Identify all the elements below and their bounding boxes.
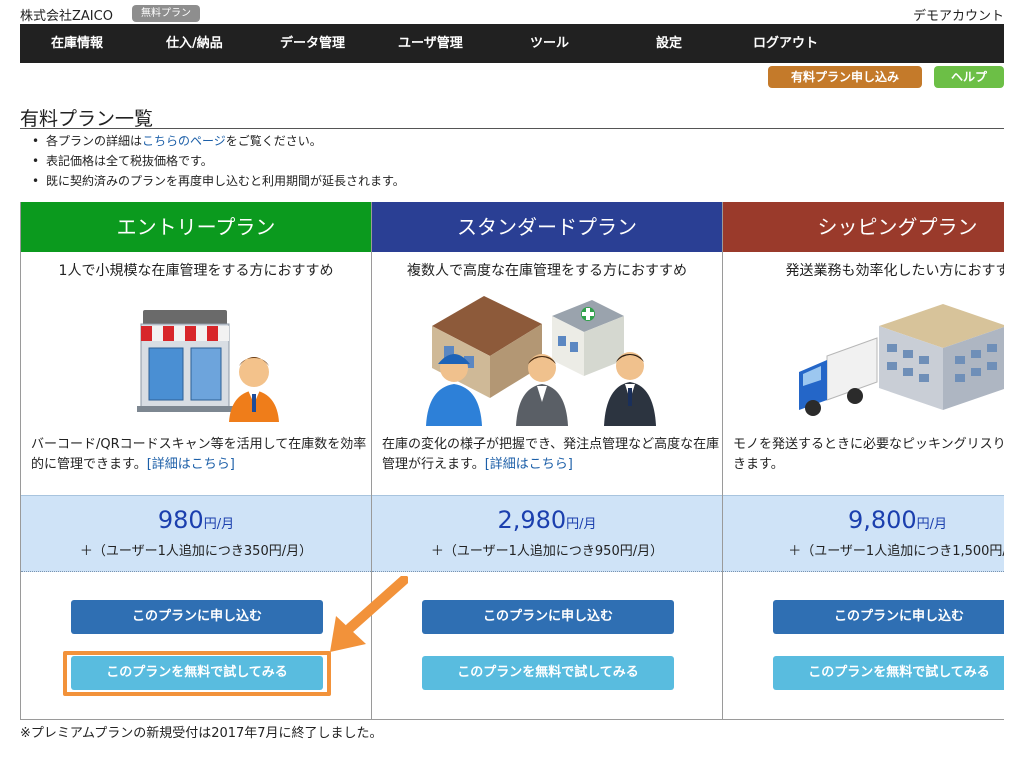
plan-tagline: 発送業務も効率化したい方におすす	[785, 263, 1005, 279]
plan-description: モノを発送するときに必要なピッキングリスり状を作成できます。	[733, 435, 1004, 475]
description-text: モノを発送するときに必要なピッキングリスり状を作成できます。	[733, 437, 1004, 472]
top-bar: 株式会社ZAICO 無料プラン デモアカウント	[20, 4, 1004, 24]
plans-table: エントリープラン 1人で小規模な在庫管理をする方におすすめ バーコード/QRコー…	[20, 202, 1004, 720]
price-amount: 980	[157, 506, 204, 534]
nav-item-user-management[interactable]: ユーザ管理	[398, 24, 463, 63]
note-text: をご覧ください。	[225, 134, 322, 148]
highlight-box	[63, 651, 331, 696]
subscribe-button[interactable]: このプランに申し込む	[71, 600, 323, 634]
price: 9,800円/月	[723, 506, 1004, 534]
plan-tagline: 1人で小規模な在庫管理をする方におすすめ	[58, 263, 334, 279]
price-box: 980円/月 ＋（ユーザー1人追加につき350円/月）	[21, 495, 371, 572]
extra-user-price: ＋（ユーザー1人追加につき950円/月）	[430, 544, 664, 559]
apply-paid-plan-button[interactable]: 有料プラン申し込み	[768, 66, 922, 88]
plan-header: エントリープラン	[21, 202, 371, 252]
nav-item-tools[interactable]: ツール	[530, 24, 569, 63]
price-amount: 9,800	[847, 506, 917, 534]
price-amount: 2,980	[497, 506, 567, 534]
extra-user-price: ＋（ユーザー1人追加につき1,500円/	[788, 544, 1004, 559]
nav-item-settings[interactable]: 設定	[656, 24, 682, 63]
price: 980円/月	[21, 506, 371, 534]
footer-note: ※プレミアムプランの新規受付は2017年7月に終了しました。	[20, 726, 383, 741]
free-trial-button[interactable]: このプランを無料で試してみる	[773, 656, 1004, 690]
plan-badge: 無料プラン	[132, 5, 200, 22]
details-link[interactable]: [詳細はこちら]	[485, 457, 573, 472]
title-divider	[20, 128, 1004, 129]
plan-card-shipping: シッピングプラン 発送業務も効率化したい方におすす モノを発送するときに必要なピ…	[722, 202, 1005, 719]
free-trial-button[interactable]: このプランを無料で試してみる	[422, 656, 674, 690]
price: 2,980円/月	[372, 506, 722, 534]
price-unit: 円/月	[203, 517, 235, 532]
help-button[interactable]: ヘルプ	[934, 66, 1004, 88]
plan-description: 在庫の変化の様子が把握でき、発注点管理など高度な在庫管理が行えます。[詳細はこち…	[382, 435, 720, 475]
price-unit: 円/月	[916, 517, 948, 532]
plan-card-standard: スタンダードプラン 複数人で高度な在庫管理をする方におすすめ 在庫の変化の様子が…	[371, 202, 722, 719]
buildings-and-team-icon	[426, 296, 656, 426]
price-box: 9,800円/月 ＋（ユーザー1人追加につき1,500円/	[723, 495, 1004, 572]
subscribe-button[interactable]: このプランに申し込む	[773, 600, 1004, 634]
store-and-person-icon	[137, 310, 279, 422]
subscribe-button[interactable]: このプランに申し込む	[422, 600, 674, 634]
main-nav: 在庫情報 仕入/納品 データ管理 ユーザ管理 ツール 設定 ログアウト	[20, 24, 1004, 63]
list-item: 表記価格は全て税抜価格です。	[32, 151, 405, 171]
notes-list: 各プランの詳細はこちらのページをご覧ください。 表記価格は全て税抜価格です。 既…	[32, 131, 405, 191]
account-name[interactable]: デモアカウント	[913, 5, 1004, 24]
details-link[interactable]: [詳細はこちら]	[147, 457, 235, 472]
pointer-arrow-icon	[330, 576, 408, 652]
truck-and-warehouse-icon	[799, 304, 1004, 416]
plan-header: スタンダードプラン	[372, 202, 722, 252]
plan-description: バーコード/QRコードスキャン等を活用して在庫数を効率的に管理できます。[詳細は…	[31, 435, 369, 475]
plan-tagline: 複数人で高度な在庫管理をする方におすすめ	[407, 263, 687, 279]
extra-user-price: ＋（ユーザー1人追加につき350円/月）	[79, 544, 313, 559]
plan-card-entry: エントリープラン 1人で小規模な在庫管理をする方におすすめ バーコード/QRコー…	[20, 202, 371, 719]
nav-item-inventory[interactable]: 在庫情報	[51, 24, 103, 63]
price-box: 2,980円/月 ＋（ユーザー1人追加につき950円/月）	[372, 495, 722, 572]
list-item: 各プランの詳細はこちらのページをご覧ください。	[32, 131, 405, 151]
nav-item-logout[interactable]: ログアウト	[753, 24, 818, 63]
nav-item-purchase-delivery[interactable]: 仕入/納品	[166, 24, 223, 63]
nav-item-data-management[interactable]: データ管理	[280, 24, 345, 63]
note-text: 各プランの詳細は	[46, 134, 143, 148]
company-name: 株式会社ZAICO	[20, 9, 113, 24]
page-title: 有料プラン一覧	[20, 108, 154, 130]
plan-header: シッピングプラン	[723, 202, 1004, 252]
list-item: 既に契約済みのプランを再度申し込むと利用期間が延長されます。	[32, 171, 405, 191]
price-unit: 円/月	[566, 517, 597, 532]
plan-details-link[interactable]: こちらのページ	[142, 134, 226, 148]
